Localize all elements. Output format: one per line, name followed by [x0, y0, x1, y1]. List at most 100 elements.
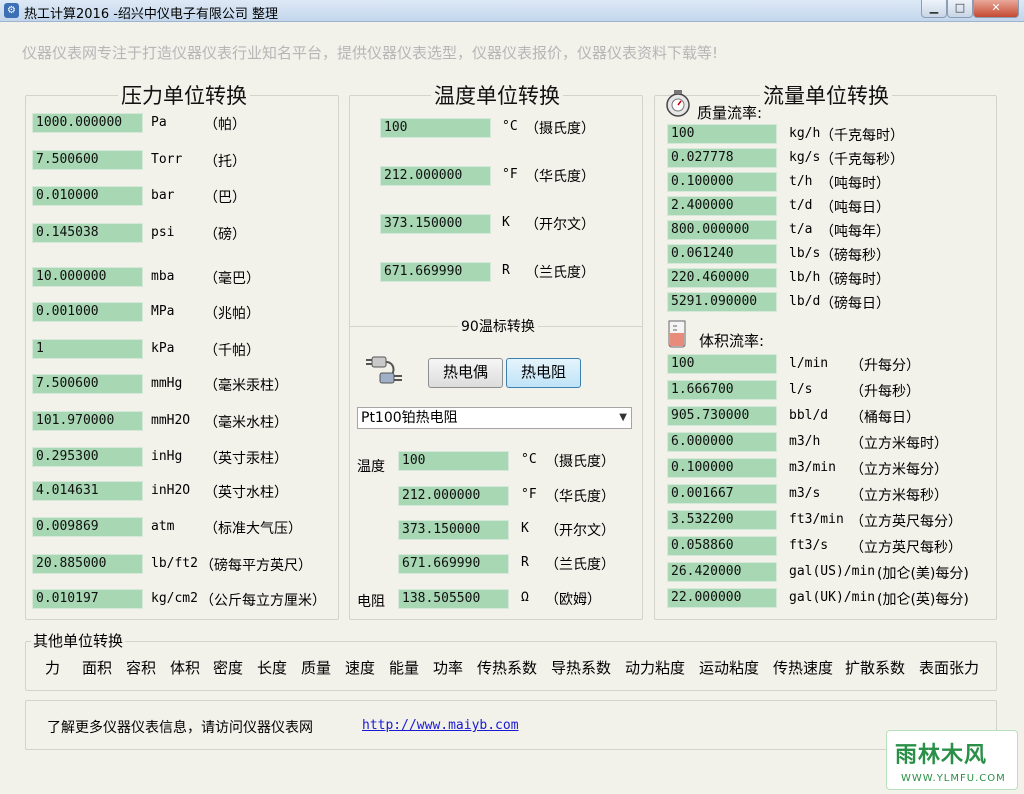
other-conversion-link[interactable]: 运动粘度 — [699, 657, 759, 678]
pressure-value-field[interactable]: 101.970000 — [32, 411, 143, 431]
its90-value-field[interactable]: 373.150000 — [398, 520, 509, 540]
pressure-unit-label: MPa — [151, 304, 175, 319]
other-conversion-link[interactable]: 质量 — [301, 657, 331, 678]
mass-flow-value-field[interactable]: 220.460000 — [667, 268, 777, 288]
close-button[interactable]: ✕ — [973, 0, 1019, 18]
other-conversion-link[interactable]: 能量 — [389, 657, 419, 678]
mass-flow-unit-name: （吨每时） — [820, 176, 890, 192]
rtd-button[interactable]: 热电阻 — [506, 358, 581, 388]
temperature-title: 温度单位转换 — [431, 80, 563, 110]
pressure-value-field[interactable]: 0.010197 — [32, 589, 143, 609]
its90-unit-name: （华氏度） — [545, 489, 615, 505]
mass-flow-unit-name: （吨每日） — [820, 200, 890, 216]
flow-title: 流量单位转换 — [760, 80, 892, 110]
mass-flow-value-field[interactable]: 0.061240 — [667, 244, 777, 264]
other-conversion-link[interactable]: 传热系数 — [477, 657, 537, 678]
sensor-type-value: Pt100铂热电阻 — [361, 410, 458, 426]
mass-flow-unit-label: kg/s — [789, 150, 821, 165]
pressure-unit-label: kPa — [151, 341, 175, 356]
volume-flow-value-field[interactable]: 0.100000 — [667, 458, 777, 478]
its90-value-field[interactable]: 671.669990 — [398, 554, 509, 574]
pressure-value-field[interactable]: 10.000000 — [32, 267, 143, 287]
other-conversion-link[interactable]: 传热速度 — [773, 657, 833, 678]
temperature-unit-name: （华氏度） — [525, 169, 595, 185]
other-conversion-link[interactable]: 表面张力 — [919, 657, 979, 678]
mass-flow-unit-label: t/a — [789, 222, 813, 237]
other-conversion-link[interactable]: 长度 — [257, 657, 287, 678]
other-conversion-link[interactable]: 扩散系数 — [845, 657, 905, 678]
pressure-value-field[interactable]: 0.010000 — [32, 186, 143, 206]
mass-flow-value-field[interactable]: 100 — [667, 124, 777, 144]
temperature-value-field[interactable]: 373.150000 — [380, 214, 491, 234]
other-conversion-link[interactable]: 力 — [45, 657, 60, 678]
pressure-value-field[interactable]: 4.014631 — [32, 481, 143, 501]
its90-title: 90温标转换 — [458, 316, 538, 336]
volume-flow-unit-name: （立方英尺每秒） — [850, 540, 962, 556]
website-link[interactable]: http://www.maiyb.com — [362, 718, 519, 733]
pressure-unit-name: （公斤每立方厘米） — [200, 593, 326, 609]
sensor-type-select[interactable]: Pt100铂热电阻 ▼ — [357, 407, 632, 429]
its90-value-field[interactable]: 212.000000 — [398, 486, 509, 506]
temperature-value-field[interactable]: 100 — [380, 118, 491, 138]
volume-flow-unit-name: （立方米每分） — [850, 462, 948, 478]
other-conversions-title: 其他单位转换 — [31, 630, 126, 651]
pressure-unit-name: （毫巴） — [204, 271, 260, 287]
volume-flow-unit-label: ft3/min — [789, 512, 844, 527]
other-conversion-link[interactable]: 密度 — [213, 657, 243, 678]
tagline: 仪器仪表网专注于打造仪器仪表行业知名平台，提供仪器仪表选型，仪器仪表报价，仪器仪… — [22, 44, 719, 62]
its90-temp-label: 温度 — [357, 459, 385, 475]
its90-unit-label: °F — [521, 487, 537, 502]
volume-flow-value-field[interactable]: 0.001667 — [667, 484, 777, 504]
its90-unit-label: Ω — [521, 590, 529, 605]
pressure-unit-name: （千帕） — [204, 343, 260, 359]
other-conversion-link[interactable]: 功率 — [433, 657, 463, 678]
temperature-unit-label: °F — [502, 167, 518, 182]
volume-flow-value-field[interactable]: 905.730000 — [667, 406, 777, 426]
other-conversion-link[interactable]: 容积 — [126, 657, 156, 678]
other-conversion-link[interactable]: 动力粘度 — [625, 657, 685, 678]
pressure-value-field[interactable]: 0.295300 — [32, 447, 143, 467]
its90-unit-label: °C — [521, 452, 537, 467]
other-conversion-link[interactable]: 导热系数 — [551, 657, 611, 678]
its90-value-field[interactable]: 138.505500 — [398, 589, 509, 609]
pressure-unit-label: psi — [151, 225, 175, 240]
pressure-value-field[interactable]: 0.145038 — [32, 223, 143, 243]
mass-flow-value-field[interactable]: 0.027778 — [667, 148, 777, 168]
mass-flow-unit-name: （千克每秒） — [820, 152, 904, 168]
mass-flow-value-field[interactable]: 0.100000 — [667, 172, 777, 192]
pressure-value-field[interactable]: 1 — [32, 339, 143, 359]
pressure-value-field[interactable]: 7.500600 — [32, 150, 143, 170]
temperature-value-field[interactable]: 212.000000 — [380, 166, 491, 186]
pressure-unit-label: lb/ft2 — [151, 556, 198, 571]
temperature-value-field[interactable]: 671.669990 — [380, 262, 491, 282]
other-conversion-link[interactable]: 体积 — [170, 657, 200, 678]
volume-flow-value-field[interactable]: 22.000000 — [667, 588, 777, 608]
pressure-unit-label: Torr — [151, 152, 183, 167]
volume-flow-unit-label: bbl/d — [789, 408, 829, 423]
thermocouple-button[interactable]: 热电偶 — [428, 358, 503, 388]
mass-flow-value-field[interactable]: 5291.090000 — [667, 292, 777, 312]
window-title: 热工计算2016 -绍兴中仪电子有限公司 整理 — [24, 7, 279, 22]
pressure-value-field[interactable]: 0.001000 — [32, 302, 143, 322]
pressure-value-field[interactable]: 1000.000000 — [32, 113, 143, 133]
volume-flow-label: 体积流率: — [699, 332, 765, 350]
its90-unit-label: K — [521, 521, 529, 536]
mass-flow-label: 质量流率: — [697, 104, 763, 122]
volume-flow-value-field[interactable]: 100 — [667, 354, 777, 374]
volume-flow-value-field[interactable]: 0.058860 — [667, 536, 777, 556]
pressure-value-field[interactable]: 20.885000 — [32, 554, 143, 574]
other-conversion-link[interactable]: 面积 — [82, 657, 112, 678]
pressure-value-field[interactable]: 0.009869 — [32, 517, 143, 537]
volume-flow-unit-label: gal(US)/min — [789, 564, 876, 579]
minimize-button[interactable]: ▁ — [921, 0, 947, 18]
volume-flow-value-field[interactable]: 6.000000 — [667, 432, 777, 452]
volume-flow-value-field[interactable]: 3.532200 — [667, 510, 777, 530]
pressure-value-field[interactable]: 7.500600 — [32, 374, 143, 394]
maximize-button[interactable]: □ — [947, 0, 973, 18]
volume-flow-value-field[interactable]: 26.420000 — [667, 562, 777, 582]
mass-flow-value-field[interactable]: 2.400000 — [667, 196, 777, 216]
volume-flow-value-field[interactable]: 1.666700 — [667, 380, 777, 400]
its90-value-field[interactable]: 100 — [398, 451, 509, 471]
other-conversion-link[interactable]: 速度 — [345, 657, 375, 678]
mass-flow-value-field[interactable]: 800.000000 — [667, 220, 777, 240]
